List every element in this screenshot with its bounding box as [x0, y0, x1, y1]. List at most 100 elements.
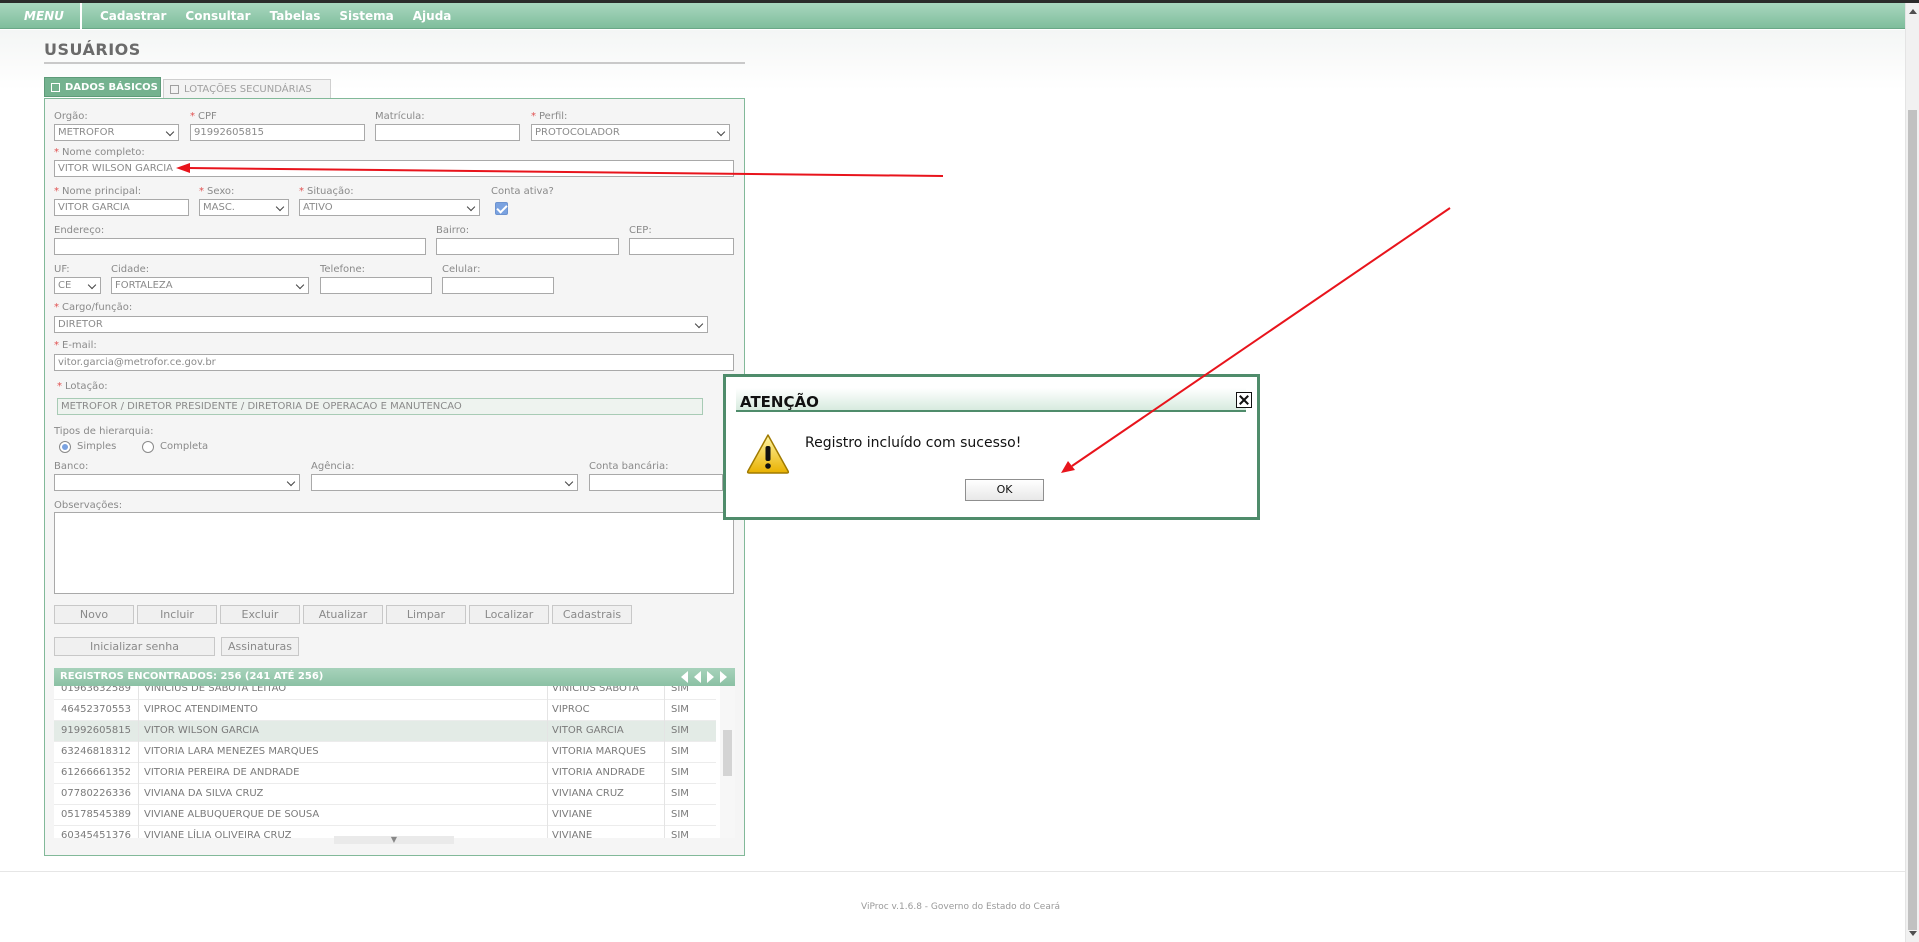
agencia-select[interactable] [311, 474, 578, 491]
uf-select[interactable]: CE [54, 277, 101, 294]
table-row[interactable]: 07780226336 VIVIANA DA SILVA CRUZ VIVIANA … [54, 784, 716, 805]
footer-text: ViProc v.1.6.8 - Governo do Estado do Ce… [861, 902, 1061, 912]
menu-item-sistema[interactable]: Sistema [339, 3, 393, 29]
nome-completo-field[interactable]: VITOR WILSON GARCIA [54, 160, 734, 177]
tab-dados-basicos[interactable]: DADOS BÁSICOS [44, 77, 161, 97]
scrollbar-thumb[interactable] [1908, 110, 1917, 930]
scroll-up-icon[interactable] [1909, 9, 1917, 14]
nome-principal-field[interactable]: VITOR GARCIA [54, 199, 189, 216]
grid-header: REGISTROS ENCONTRADOS: 256 (241 ATÉ 256) [54, 668, 735, 686]
table-row[interactable]: 05178545389 VIVIANE ALBUQUERQUE DE SOUSA V… [54, 805, 716, 826]
bairro-field[interactable] [436, 238, 619, 255]
situacao-label: * Situação: [299, 186, 354, 197]
banco-label: Banco: [54, 461, 89, 472]
column-divider [547, 686, 548, 838]
orgao-select[interactable]: METROFOR [54, 124, 179, 141]
page-scrollbar[interactable] [1905, 3, 1919, 942]
table-row[interactable]: 46452370553 VIPROC ATENDIMENTO VIPROC SIM [54, 700, 716, 721]
perfil-label: * Perfil: [531, 111, 568, 122]
tab-label: LOTAÇÕES SECUNDÁRIAS [184, 84, 312, 95]
orgao-label: Orgão: [54, 111, 88, 122]
menu-item-cadastrar[interactable]: Cadastrar [100, 3, 166, 29]
hierarquia-completa-radio[interactable] [142, 441, 154, 453]
endereco-field[interactable] [54, 238, 426, 255]
grid-body: 01963632589 VINICIUS DE SABOTA LEITAO VINI… [54, 686, 735, 838]
footer-divider [0, 871, 1905, 872]
menu-item-tabelas[interactable]: Tabelas [270, 3, 321, 29]
email-field[interactable]: vitor.garcia@metrofor.ce.gov.br [54, 354, 734, 371]
hierarquia-completa-label: Completa [160, 441, 209, 452]
observacoes-textarea[interactable] [54, 512, 734, 594]
close-icon[interactable] [1236, 392, 1252, 408]
celular-label: Celular: [442, 264, 481, 275]
cargo-label: * Cargo/função: [54, 302, 133, 313]
ok-button[interactable]: OK [965, 479, 1044, 501]
excluir-button[interactable]: Excluir [220, 605, 300, 624]
menu-button[interactable]: MENU [0, 3, 82, 29]
email-label: * E-mail: [54, 340, 97, 351]
localizar-button[interactable]: Localizar [469, 605, 549, 624]
cidade-label: Cidade: [111, 264, 150, 275]
matricula-field[interactable] [375, 124, 520, 141]
inicializar-senha-button[interactable]: Inicializar senha [54, 637, 215, 656]
grid-scrollbar-thumb[interactable] [723, 730, 732, 776]
cep-label: CEP: [629, 225, 652, 236]
sexo-label: * Sexo: [199, 186, 235, 197]
grid-scrollbar[interactable] [720, 686, 735, 838]
menu-item-consultar[interactable]: Consultar [185, 3, 250, 29]
dialog-title: ATENÇÃO [740, 393, 819, 411]
limpar-button[interactable]: Limpar [386, 605, 466, 624]
celular-field[interactable] [442, 277, 554, 294]
table-row[interactable]: 63246818312 VITORIA LARA MENEZES MARQUES V… [54, 742, 716, 763]
edit-icon [51, 83, 60, 92]
conta-bancaria-label: Conta bancária: [589, 461, 669, 472]
cpf-label: * CPF [190, 111, 217, 122]
conta-ativa-label: Conta ativa? [491, 186, 554, 197]
next-page-icon[interactable] [707, 671, 714, 683]
menu-item-ajuda[interactable]: Ajuda [413, 3, 452, 29]
grid-pager [681, 671, 727, 683]
atualizar-button[interactable]: Atualizar [303, 605, 383, 624]
novo-button[interactable]: Novo [54, 605, 134, 624]
situacao-select[interactable]: ATIVO [299, 199, 480, 216]
tab-lotacoes-secundarias[interactable]: LOTAÇÕES SECUNDÁRIAS [163, 79, 331, 99]
dialog-titlebar: ATENÇÃO [736, 388, 1252, 412]
cargo-select[interactable]: DIRETOR [54, 316, 708, 333]
banco-select[interactable] [54, 474, 300, 491]
assinaturas-button[interactable]: Assinaturas [221, 637, 299, 656]
lotacao-field: METROFOR / DIRETOR PRESIDENTE / DIRETORI… [57, 398, 703, 415]
table-row[interactable]: 01963632589 VINICIUS DE SABOTA LEITAO VINI… [54, 686, 716, 700]
column-divider [138, 686, 139, 838]
cpf-field[interactable]: 91992605815 [190, 124, 365, 141]
hierarquia-simples-radio[interactable] [59, 441, 71, 453]
lotacao-label: * Lotação: [57, 381, 108, 392]
conta-ativa-checkbox[interactable] [495, 202, 508, 215]
incluir-button[interactable]: Incluir [137, 605, 217, 624]
telefone-field[interactable] [320, 277, 432, 294]
scroll-down-icon[interactable] [1909, 931, 1917, 936]
prev-page-icon[interactable] [694, 671, 701, 683]
endereco-label: Endereço: [54, 225, 105, 236]
edit-icon [170, 85, 179, 94]
sexo-select[interactable]: MASC. [199, 199, 289, 216]
first-page-icon[interactable] [681, 671, 688, 683]
observacoes-label: Observações: [54, 500, 123, 511]
alert-dialog: ATENÇÃO Registro incluído com sucesso! O… [723, 374, 1260, 520]
table-row-selected[interactable]: 91992605815 VITOR WILSON GARCIA VITOR GARC… [54, 721, 716, 742]
page-title: USUÁRIOS [44, 40, 141, 59]
records-count: REGISTROS ENCONTRADOS: 256 (241 ATÉ 256) [60, 671, 324, 682]
hierarquia-label: Tipos de hierarquia: [54, 426, 154, 437]
tab-label: DADOS BÁSICOS [65, 82, 158, 93]
table-row[interactable]: 61266661352 VITORIA PEREIRA DE ANDRADE VIT… [54, 763, 716, 784]
menu-items: Cadastrar Consultar Tabelas Sistema Ajud… [100, 3, 470, 29]
last-page-icon[interactable] [720, 671, 727, 683]
cidade-select[interactable]: FORTALEZA [111, 277, 309, 294]
perfil-select[interactable]: PROTOCOLADOR [531, 124, 730, 141]
menu-bar: MENU Cadastrar Consultar Tabelas Sistema… [0, 3, 1905, 29]
cep-field[interactable] [629, 238, 734, 255]
conta-bancaria-field[interactable] [589, 474, 723, 491]
hierarquia-simples-label: Simples [77, 441, 117, 452]
cadastrais-button[interactable]: Cadastrais [552, 605, 632, 624]
grid-resize-handle[interactable]: ▼ [334, 836, 454, 844]
nome-principal-label: * Nome principal: [54, 186, 142, 197]
